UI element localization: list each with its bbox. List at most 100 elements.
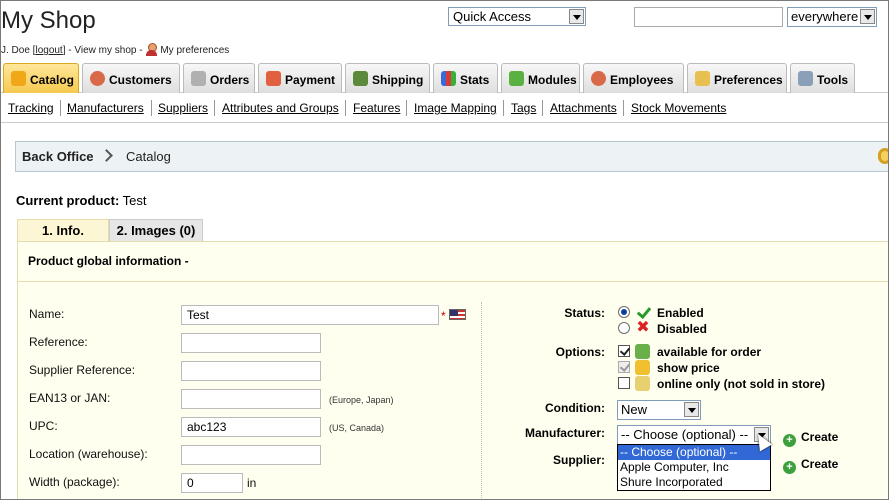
catalog-subnav: Tracking Manufacturers Suppliers Attribu… <box>1 93 888 123</box>
ean13-hint: (Europe, Japan) <box>329 395 394 405</box>
tab-label: Catalog <box>30 73 75 87</box>
subnav-tracking[interactable]: Tracking <box>8 101 54 115</box>
subnav-attributes[interactable]: Attributes and Groups <box>222 101 339 115</box>
status-enabled-label: Enabled <box>657 306 704 320</box>
online-only-checkbox[interactable] <box>618 377 630 389</box>
divider <box>18 281 888 282</box>
tab-label: Shipping <box>372 73 424 87</box>
tab-employees[interactable]: Employees <box>583 63 684 93</box>
subnav-image-mapping[interactable]: Image Mapping <box>414 101 497 115</box>
ean13-label: EAN13 or JAN: <box>29 391 111 405</box>
divider <box>151 100 152 116</box>
reference-field[interactable] <box>181 333 321 353</box>
tab-label: Modules <box>528 73 577 87</box>
manufacturer-option[interactable]: -- Choose (optional) -- <box>618 445 770 460</box>
breadcrumb-root[interactable]: Back Office <box>22 149 94 164</box>
coins-icon <box>635 360 650 375</box>
tab-catalog[interactable]: Catalog <box>3 63 79 93</box>
subnav-attachments[interactable]: Attachments <box>550 101 617 115</box>
check-icon <box>636 305 650 319</box>
condition-value: New <box>621 402 648 417</box>
divider <box>214 100 215 116</box>
search-scope-select[interactable]: everywhere <box>787 7 877 27</box>
search-input[interactable] <box>634 7 783 27</box>
tab-images[interactable]: 2. Images (0) <box>109 219 203 241</box>
condition-label: Condition: <box>545 401 605 415</box>
logout-link[interactable]: logout <box>35 45 62 56</box>
subnav-tags[interactable]: Tags <box>511 101 536 115</box>
cross-icon: ✖ <box>636 319 650 336</box>
manufacturer-value: -- Choose (optional) -- <box>621 427 749 442</box>
user-line: J. Doe [logout] - View my shop - My pref… <box>1 43 229 56</box>
lock-icon <box>878 148 888 164</box>
upc-hint: (US, Canada) <box>329 423 385 433</box>
subnav-features[interactable]: Features <box>353 101 400 115</box>
breadcrumb-current: Catalog <box>126 149 171 164</box>
subnav-manufacturers[interactable]: Manufacturers <box>67 101 144 115</box>
tab-info[interactable]: 1. Info. <box>17 219 109 241</box>
subnav-stock-movements[interactable]: Stock Movements <box>631 101 726 115</box>
manufacturer-dropdown-list: -- Choose (optional) -- Apple Computer, … <box>617 444 771 491</box>
tab-label: Preferences <box>714 73 783 87</box>
status-disabled-label: Disabled <box>657 322 708 336</box>
current-product: Current product: Test <box>16 193 147 208</box>
plus-icon: + <box>783 434 796 447</box>
folder-icon <box>11 71 26 86</box>
tab-label: Customers <box>109 73 172 87</box>
chevron-down-icon[interactable] <box>860 9 875 24</box>
ean13-field[interactable] <box>181 389 321 409</box>
tab-modules[interactable]: Modules <box>501 63 580 93</box>
chevron-down-icon[interactable] <box>569 9 584 24</box>
chevron-right-icon <box>100 149 113 162</box>
manufacturer-select[interactable]: -- Choose (optional) -- <box>617 425 771 445</box>
panel-title: Product global information - <box>28 254 189 268</box>
show-price-checkbox[interactable] <box>618 361 630 373</box>
create-label: Create <box>801 457 839 471</box>
chevron-down-icon[interactable] <box>684 402 699 417</box>
create-label: Create <box>801 430 839 444</box>
available-for-order-checkbox[interactable] <box>618 345 630 357</box>
quick-access-select[interactable]: Quick Access <box>448 7 586 26</box>
person-icon <box>90 71 105 86</box>
cart-icon <box>191 71 206 86</box>
view-shop-text[interactable]: ] - View my shop - <box>63 45 143 56</box>
divider <box>345 100 346 116</box>
upc-label: UPC: <box>29 419 58 433</box>
puzzle-icon <box>509 71 524 86</box>
supplier-label: Supplier: <box>552 453 605 467</box>
tab-stats[interactable]: Stats <box>433 63 498 93</box>
my-preferences-link[interactable]: My preferences <box>160 45 229 56</box>
tab-tools[interactable]: Tools <box>790 63 855 93</box>
status-disabled-radio[interactable] <box>618 322 630 334</box>
shop-title: My Shop <box>1 7 96 34</box>
width-unit: in <box>247 476 257 490</box>
user-name: J. Doe [ <box>1 45 36 56</box>
person-icon <box>591 71 606 86</box>
subnav-suppliers[interactable]: Suppliers <box>158 101 208 115</box>
name-field[interactable]: Test <box>181 305 439 325</box>
tab-payment[interactable]: Payment <box>258 63 342 93</box>
location-field[interactable] <box>181 445 321 465</box>
us-flag-icon[interactable] <box>449 309 466 320</box>
tab-orders[interactable]: Orders <box>183 63 255 93</box>
tab-label: Employees <box>610 73 674 87</box>
create-supplier-button[interactable]: + Create <box>783 457 838 474</box>
create-manufacturer-button[interactable]: + Create <box>783 430 838 447</box>
upc-field[interactable]: abc123 <box>181 417 321 437</box>
supplier-reference-label: Supplier Reference: <box>29 363 136 377</box>
manufacturer-option[interactable]: Apple Computer, Inc <box>618 460 770 475</box>
current-product-name: Test <box>122 193 147 208</box>
tab-preferences[interactable]: Preferences <box>687 63 787 93</box>
manufacturer-option[interactable]: Shure Incorporated <box>618 475 770 490</box>
supplier-reference-field[interactable] <box>181 361 321 381</box>
width-field[interactable]: 0 <box>181 473 243 493</box>
chart-icon <box>441 71 456 86</box>
wrench-icon <box>798 71 813 86</box>
tab-label: Orders <box>210 73 250 87</box>
online-only-label: online only (not sold in store) <box>657 377 825 391</box>
status-enabled-radio[interactable] <box>618 306 630 318</box>
tab-shipping[interactable]: Shipping <box>345 63 430 93</box>
tab-customers[interactable]: Customers <box>82 63 180 93</box>
options-label: Options: <box>555 345 605 359</box>
condition-select[interactable]: New <box>617 400 701 420</box>
